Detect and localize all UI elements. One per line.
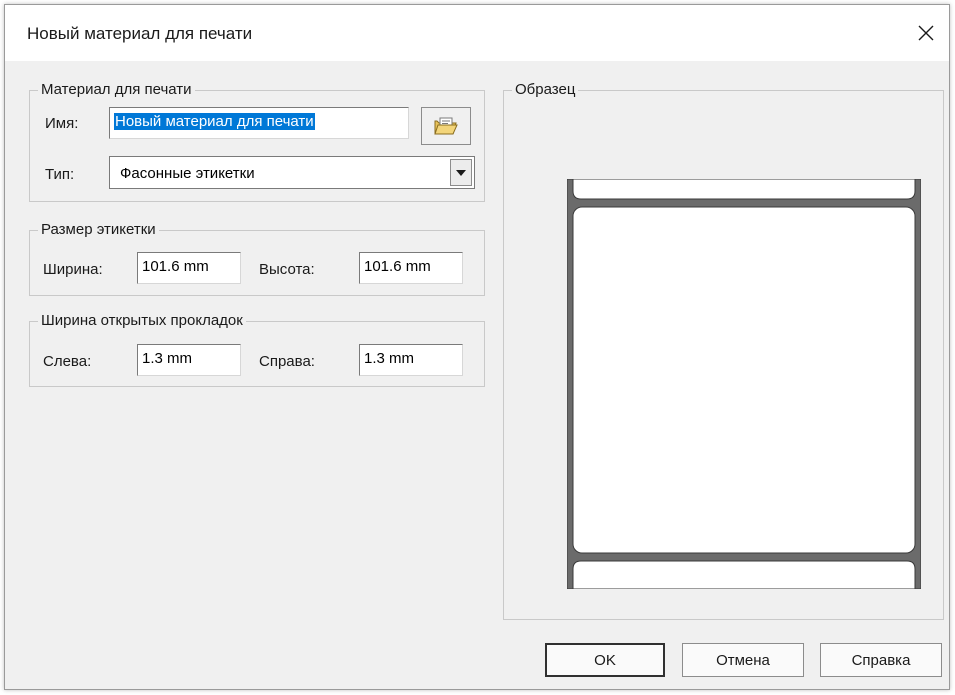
folder-icon xyxy=(434,117,458,135)
liner-width-group-legend: Ширина открытых прокладок xyxy=(38,312,246,330)
right-input[interactable]: 1.3 mm xyxy=(359,344,463,376)
type-label: Тип: xyxy=(45,166,75,183)
left-input[interactable]: 1.3 mm xyxy=(137,344,241,376)
label-preview xyxy=(567,179,921,589)
label-shape xyxy=(572,206,916,554)
height-input-value: 101.6 mm xyxy=(364,258,431,275)
close-button[interactable] xyxy=(903,5,949,61)
help-button[interactable]: Справка xyxy=(820,643,942,677)
browse-button[interactable] xyxy=(421,107,471,145)
name-input-value: Новый материал для печати xyxy=(114,113,315,130)
type-select[interactable]: Фасонные этикетки xyxy=(109,156,475,189)
width-input[interactable]: 101.6 mm xyxy=(137,252,241,284)
left-label: Слева: xyxy=(43,353,92,370)
title-bar: Новый материал для печати xyxy=(5,5,949,61)
type-select-value: Фасонные этикетки xyxy=(120,165,255,182)
left-input-value: 1.3 mm xyxy=(142,350,193,367)
right-label: Справа: xyxy=(259,353,315,370)
close-icon xyxy=(918,25,934,41)
material-group-legend: Материал для печати xyxy=(38,81,195,99)
cancel-button[interactable]: Отмена xyxy=(682,643,804,677)
label-bottom-partial xyxy=(572,560,916,589)
width-label: Ширина: xyxy=(43,261,103,278)
name-label: Имя: xyxy=(45,115,79,132)
height-input[interactable]: 101.6 mm xyxy=(359,252,463,284)
preview-group-legend: Образец xyxy=(512,81,579,99)
height-label: Высота: xyxy=(259,261,315,278)
width-input-value: 101.6 mm xyxy=(142,258,209,275)
name-input[interactable]: Новый материал для печати xyxy=(109,107,409,139)
dialog-title: Новый материал для печати xyxy=(27,24,253,43)
chevron-down-icon xyxy=(456,169,466,176)
ok-button[interactable]: OK xyxy=(545,643,665,677)
right-input-value: 1.3 mm xyxy=(364,350,415,367)
label-top-partial xyxy=(572,179,916,200)
type-select-arrow[interactable] xyxy=(450,159,472,186)
new-media-dialog: Новый материал для печати Материал для п… xyxy=(4,4,950,690)
label-size-group-legend: Размер этикетки xyxy=(38,221,159,239)
